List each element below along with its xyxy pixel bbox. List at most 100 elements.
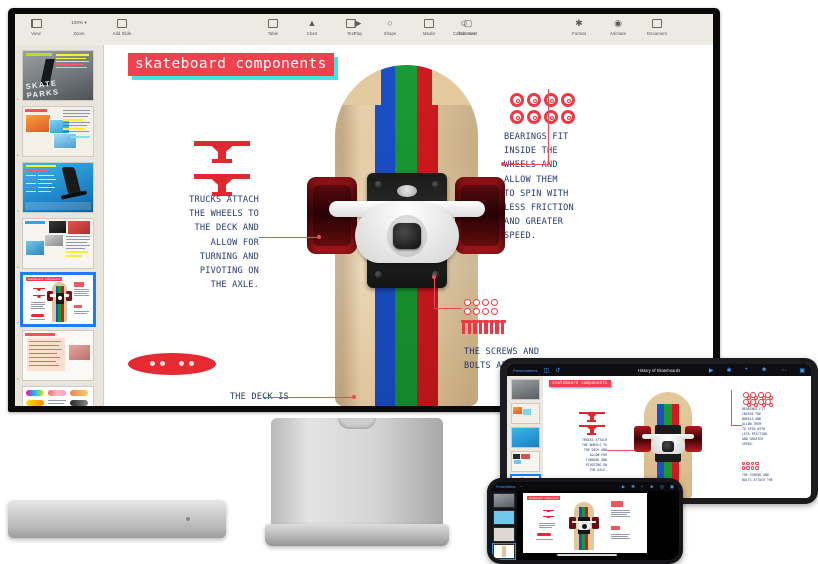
toolbar-collaborate-button[interactable]: ☺ Collaborate xyxy=(447,17,481,36)
toolbar-shape-button[interactable]: ○ Shape xyxy=(377,17,403,36)
display-screen: View 100% ▾ Zoom Add Slide ▶ Play Table … xyxy=(15,14,713,406)
toolbar-view-label: View xyxy=(31,31,41,36)
ipad-screws-icon xyxy=(742,462,759,470)
slide-number: 2 xyxy=(17,153,19,157)
leader-line-screws-h xyxy=(434,308,462,310)
slide-canvas[interactable]: skateboard components TRUCKS ATTACH THE … xyxy=(104,45,713,406)
slide-navigator[interactable]: 1 SKATE PARKS 2 3 4 5 skateboard compone… xyxy=(15,45,104,406)
truck-pivot-cup xyxy=(397,185,417,197)
text-icon xyxy=(346,17,356,29)
slide-thumbnail-4[interactable]: 4 xyxy=(17,218,97,269)
toolbar-collaborate-label: Collaborate xyxy=(452,31,476,36)
toolbar-text-label: Text xyxy=(346,31,356,36)
slide-thumbnail-6[interactable]: 6 xyxy=(17,330,97,381)
toolbar-text-button[interactable]: Text xyxy=(338,17,364,36)
more-icon[interactable]: ◎ xyxy=(660,484,664,490)
toolbar-media-label: Media xyxy=(423,31,435,36)
media-icon xyxy=(424,17,434,29)
deck-nose xyxy=(335,65,478,105)
document-icon[interactable]: ▣ xyxy=(670,484,674,490)
slide-number: 6 xyxy=(17,377,19,381)
shape-icon: ○ xyxy=(387,17,393,28)
iphone-back-button[interactable]: Presentations xyxy=(496,485,516,489)
toolbar-document-button[interactable]: Document xyxy=(644,17,670,36)
slide-thumbnail-3[interactable]: 3 xyxy=(17,162,97,213)
annotation-trucks[interactable]: TRUCKS ATTACH THE WHEELS TO THE DECK AND… xyxy=(134,193,259,292)
iphone: Presentations ⋯ ▶ ✱ + ☻ ◎ ▣ skateboard c… xyxy=(487,478,683,564)
iphone-thumbnail-3[interactable] xyxy=(493,527,515,542)
deck-shape-icon xyxy=(128,353,216,375)
iphone-slide-navigator[interactable] xyxy=(491,491,517,560)
format-brush-icon[interactable]: ✱ xyxy=(726,367,731,374)
mac-mini xyxy=(8,500,226,538)
collaborate-icon[interactable]: ☻ xyxy=(649,484,654,490)
slide-number: 5 xyxy=(17,321,19,325)
format-brush-icon: ✱ xyxy=(575,17,583,28)
toolbar-shape-label: Shape xyxy=(383,31,397,36)
toolbar-document-label: Document xyxy=(647,31,667,36)
leader-dot-bearings xyxy=(501,162,505,166)
leader-line-deck xyxy=(264,397,354,399)
ipad-thumbnail-2[interactable] xyxy=(510,403,540,424)
leader-dot-screws xyxy=(432,275,436,279)
slide-thumbnail-1[interactable]: 1 SKATE PARKS xyxy=(17,50,97,101)
toolbar-left-group: View 100% ▾ Zoom Add Slide xyxy=(23,17,135,36)
iphone-thumbnail-2[interactable] xyxy=(493,510,515,525)
view-panel-icon xyxy=(30,17,42,29)
document-icon[interactable]: ▣ xyxy=(799,367,805,374)
leader-line-bearings-v xyxy=(548,89,550,165)
toolbar-format-label: Format xyxy=(572,31,586,36)
format-brush-icon[interactable]: ✱ xyxy=(631,484,635,490)
toolbar-format-button[interactable]: ✱ Format xyxy=(566,17,592,36)
slide-number: 4 xyxy=(17,265,19,269)
chart-icon: ▲ xyxy=(307,17,317,28)
toolbar-zoom-label: Zoom xyxy=(73,31,85,36)
toolbar-add-slide-label: Add Slide xyxy=(112,31,132,36)
toolbar-media-button[interactable]: Media xyxy=(416,17,442,36)
iphone-thumbnail-4[interactable] xyxy=(492,543,516,560)
display-stand-notch xyxy=(338,418,376,429)
annotation-bearings[interactable]: BEARINGS FIT INSIDE THE WHEELS AND ALLOW… xyxy=(504,130,634,244)
play-icon[interactable]: ▶ xyxy=(622,484,625,490)
slide-thumbnail-7[interactable]: 7 xyxy=(22,386,97,406)
insert-icon[interactable]: + xyxy=(744,367,748,373)
insert-icon[interactable]: + xyxy=(641,484,644,490)
document-icon xyxy=(652,17,662,29)
toolbar-chart-button[interactable]: ▲ Chart xyxy=(299,17,325,36)
play-icon[interactable]: ▶ xyxy=(709,367,714,374)
ipad-thumbnail-1[interactable] xyxy=(510,379,540,400)
slide-number: 1 xyxy=(17,97,19,101)
animate-icon: ◉ xyxy=(614,17,622,28)
iphone-slide-canvas[interactable]: skateboard components xyxy=(523,493,647,553)
ipad-toolbar: Presentations ◫ ↺ History of Skateboards… xyxy=(507,364,811,376)
zoom-value: 100% ▾ xyxy=(71,20,87,25)
toolbar-right-group: ✱ Format ◉ Animate Document xyxy=(566,17,670,36)
collaborate-icon: ☺ xyxy=(459,17,469,28)
slide-title[interactable]: skateboard components xyxy=(128,53,334,76)
ipad-thumbnail-4[interactable] xyxy=(510,451,540,472)
leader-dot-deck xyxy=(352,395,356,399)
ipad-annotation-trucks: TRUCKS ATTACH THE WHEELS TO THE DECK AND… xyxy=(582,438,607,472)
iphone-slide-title: skateboard components xyxy=(527,496,561,501)
display-stand-neck xyxy=(271,418,443,526)
toolbar-add-slide-button[interactable]: Add Slide xyxy=(109,17,135,36)
leader-dot-trucks xyxy=(317,235,321,239)
slide-thumbnail-2[interactable]: 2 xyxy=(17,106,97,157)
toolbar-table-button[interactable]: Table xyxy=(260,17,286,36)
toolbar-view-button[interactable]: View xyxy=(23,17,49,36)
iphone-screen: Presentations ⋯ ▶ ✱ + ☻ ◎ ▣ skateboard c… xyxy=(491,482,679,560)
toolbar-zoom-control[interactable]: 100% ▾ Zoom xyxy=(62,17,96,36)
ipad-bearing-rings-icon xyxy=(743,392,774,408)
more-icon[interactable]: ⋯ xyxy=(520,484,524,489)
more-icon[interactable]: ⋯ xyxy=(780,367,786,374)
keynote-toolbar: View 100% ▾ Zoom Add Slide ▶ Play Table … xyxy=(15,14,713,46)
toolbar-animate-button[interactable]: ◉ Animate xyxy=(605,17,631,36)
toolbar-chart-label: Chart xyxy=(306,31,318,36)
iphone-thumbnail-1[interactable] xyxy=(493,493,515,508)
leader-line-bearings-h xyxy=(504,164,549,166)
collaborate-icon[interactable]: ☻ xyxy=(761,367,767,373)
ipad-thumbnail-3[interactable] xyxy=(510,427,540,448)
slide-thumbnail-5[interactable]: 5 skateboard components xyxy=(17,272,97,327)
toolbar-collaborate-group: ☺ Collaborate xyxy=(447,17,481,36)
mini-slide-title: skateboard components xyxy=(26,277,62,282)
